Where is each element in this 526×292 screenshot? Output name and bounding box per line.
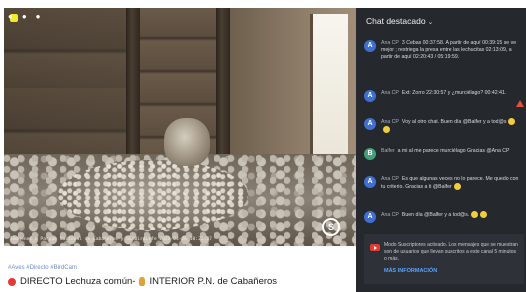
chat-author[interactable]: Ana CP	[381, 212, 399, 218]
subscribers-mode-notice: Modo Suscriptores activado. Los mensajes…	[364, 234, 524, 284]
owl-emoji-icon	[139, 277, 146, 286]
chat-message-text: Ext: Zorro 22:30:57 y ¿murciélago? 00:42…	[401, 90, 507, 96]
avatar[interactable]: A	[364, 90, 376, 102]
youtube-icon	[370, 244, 380, 251]
wooden-post	[126, 8, 140, 168]
stream-title-prefix: DIRECTO Lechuza común-	[20, 276, 136, 287]
player-controls-icon[interactable]: ●●●	[8, 12, 50, 21]
live-dot-icon	[8, 277, 16, 286]
chat-message-text: Es que algunas veces no lo parece. Me qu…	[381, 176, 519, 190]
chat-message-text: a mi al me parece murciélago Gracias @An…	[397, 148, 510, 154]
avatar[interactable]: A	[364, 40, 376, 52]
chat-message: A Ana CP Voy al otro chat. Buen día @Balf…	[364, 118, 524, 134]
chat-header[interactable]: Chat destacado ⌄	[356, 8, 526, 32]
stream-title: DIRECTO Lechuza común- INTERIOR P.N. de …	[8, 276, 277, 287]
chat-title: Chat destacado	[366, 16, 426, 26]
avatar[interactable]: A	[364, 118, 376, 130]
chat-message: A Ana CP Es que algunas veces no lo parec…	[364, 176, 524, 191]
smile-emoji-icon	[453, 183, 461, 190]
avatar[interactable]: A	[364, 211, 376, 223]
smile-emoji-icon	[508, 118, 516, 125]
video-watermark: Imagenes © Parque Nacional de Cabañeros …	[10, 237, 212, 242]
chat-message: A Ana CP Ext: Zorro 22:30:57 y ¿murciélag…	[364, 90, 524, 102]
avatar[interactable]: A	[364, 176, 376, 188]
barn-owl	[164, 118, 210, 166]
video-hashtags[interactable]: #Aves #Directo #BirdCam	[8, 265, 77, 271]
channel-logo-icon: S	[322, 218, 340, 236]
chat-author[interactable]: Ana CP	[381, 40, 399, 46]
smile-emoji-icon	[471, 211, 479, 218]
chat-message-text: Buen día @Balfer y a tod@s.	[401, 211, 470, 218]
chat-message: A Ana CP Buen día @Balfer y a tod@s.	[364, 211, 524, 223]
video-player[interactable]: ●●● Imagenes © Parque Nacional de Cabañe…	[4, 8, 356, 246]
chat-message-text: Voy al otro chat. Buen día @Balfer y a t…	[401, 118, 507, 125]
chevron-down-icon[interactable]: ⌄	[428, 19, 434, 26]
scroll-marker-icon	[516, 100, 524, 107]
chat-message: A Ana CP 3 Cebas 00:37:58. A partir de aq…	[364, 40, 524, 61]
wooden-post	[216, 8, 230, 168]
chat-author[interactable]: Ana CP	[381, 90, 399, 96]
smile-emoji-icon	[383, 125, 390, 133]
nest-debris	[58, 160, 248, 230]
avatar[interactable]: B	[364, 148, 376, 160]
chat-author[interactable]: Balfer	[381, 148, 395, 154]
stream-title-suffix: INTERIOR P.N. de Cabañeros	[149, 276, 278, 287]
more-info-link[interactable]: MÁS INFORMACIÓN	[384, 268, 518, 274]
chat-message-text: 3 Cebas 00:37:58. A partir de aquí 00:39…	[381, 40, 517, 60]
chat-author[interactable]: Ana CP	[381, 119, 399, 125]
notice-text: Modo Suscriptores activado. Los mensajes…	[384, 242, 518, 262]
live-chat-panel: Chat destacado ⌄ A Ana CP 3 Cebas 00:37:58…	[356, 8, 526, 292]
nestbox-window	[310, 14, 348, 174]
smile-emoji-icon	[480, 211, 488, 218]
chat-author[interactable]: Ana CP	[381, 176, 399, 182]
chat-message: B Balfer a mi al me parece murciélago Gra…	[364, 148, 524, 160]
